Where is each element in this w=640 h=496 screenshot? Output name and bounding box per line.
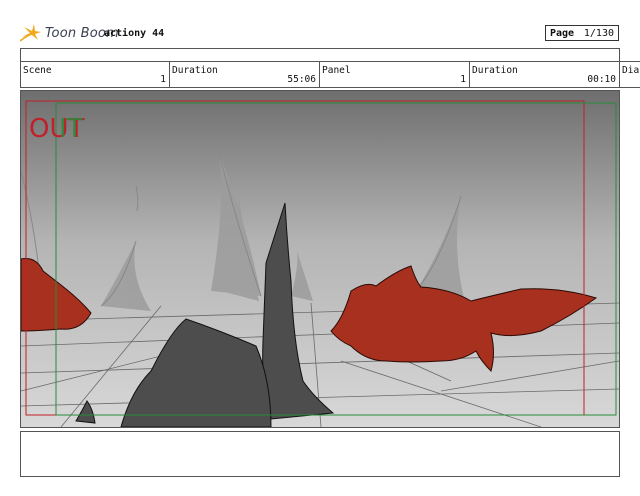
project-name: actiony 44 [104, 28, 165, 39]
overlay-in-text: IT [59, 114, 83, 144]
header-blank-row [20, 48, 620, 62]
panel-info-table: Scene 1 Duration 55:06 Panel 1 Duration … [20, 61, 640, 88]
panel-duration-cell: Duration 00:10 [469, 61, 620, 88]
panel-label: Panel [322, 65, 351, 76]
panel-drawing: OUT IT [21, 91, 619, 427]
panel-duration-value: 00:10 [587, 74, 616, 85]
duration-value: 55:06 [287, 74, 316, 85]
scene-label: Scene [23, 65, 52, 76]
storyboard-panel-image: OUT IT [20, 90, 620, 428]
scene-value: 1 [160, 74, 166, 85]
duration-cell: Duration 55:06 [169, 61, 320, 88]
duration-label: Duration [172, 65, 218, 76]
star-logo-icon [20, 24, 41, 42]
background-gradient [21, 91, 619, 427]
panel-value: 1 [460, 74, 466, 85]
panel-duration-label: Duration [472, 65, 518, 76]
panel-cell: Panel 1 [319, 61, 470, 88]
panel-notes-area [20, 431, 620, 477]
page-indicator: Page 1/130 [545, 25, 619, 41]
dialog-label: Dia [622, 65, 640, 76]
dialog-cell: Dia [619, 61, 640, 88]
page-value: 1/130 [583, 27, 614, 39]
page-label: Page [550, 27, 575, 39]
scene-cell: Scene 1 [20, 61, 170, 88]
